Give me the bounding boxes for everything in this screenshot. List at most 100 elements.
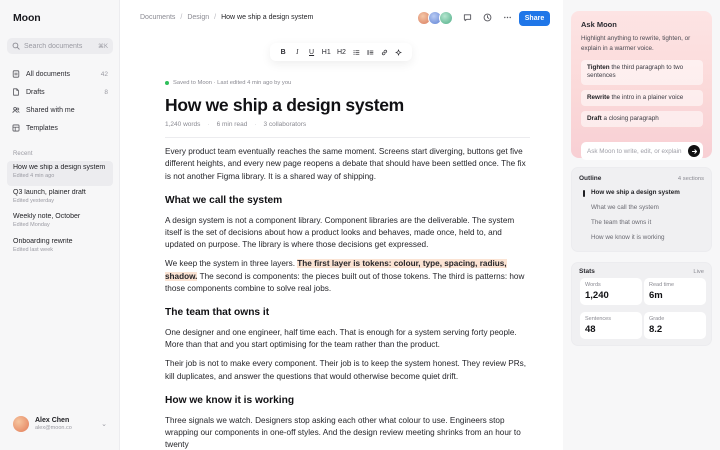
recent-item[interactable]: Onboarding rewrite Edited last week	[7, 235, 113, 260]
read-time: 6 min read	[216, 121, 248, 128]
search-icon	[12, 42, 20, 50]
recent-item-subtitle: Edited last week	[13, 246, 54, 253]
sidebar: Moon ⌘K All documents 42 Drafts 8 Shared…	[0, 0, 120, 450]
outline-item[interactable]: How we ship a design system	[583, 189, 680, 197]
quote-button[interactable]	[366, 49, 374, 56]
recent-item[interactable]: Weekly note, October Edited Monday	[7, 210, 113, 235]
paragraph[interactable]: Three signals we watch. Designers stop a…	[165, 415, 530, 450]
recent-item-subtitle: Edited yesterday	[13, 197, 54, 204]
ask-input-box[interactable]	[581, 142, 703, 160]
formatting-toolbar: B I U H1 H2	[270, 43, 412, 61]
status-dot	[165, 81, 169, 85]
document-editor[interactable]: Saved to Moon · Last edited 4 min ago by…	[165, 80, 530, 450]
stat-read-time: Read time 6m	[644, 278, 706, 305]
stat-label: Words	[585, 282, 601, 288]
italic-button[interactable]: I	[293, 48, 301, 56]
recent-item[interactable]: Q3 launch, plainer draft Edited yesterda…	[7, 186, 113, 211]
breadcrumb: Documents / Design / How we ship a desig…	[140, 14, 313, 21]
outline-item[interactable]: What we call the system	[591, 204, 659, 211]
suggestion-verb: Tighten	[587, 64, 610, 71]
bold-button[interactable]: B	[279, 49, 287, 56]
heading1-button[interactable]: H1	[322, 49, 331, 56]
paragraph[interactable]: Their job is not to make every component…	[165, 358, 530, 383]
outline-item[interactable]: The team that owns it	[591, 219, 651, 226]
stat-value: 48	[585, 324, 596, 335]
document-body[interactable]: Every product team eventually reaches th…	[165, 146, 530, 450]
more-icon	[503, 16, 511, 18]
sidebar-item-templates[interactable]: Templates	[7, 119, 113, 137]
draft-icon	[13, 88, 19, 96]
collaborator-avatars[interactable]	[417, 11, 453, 25]
stat-value: 8.2	[649, 324, 663, 335]
chevron-down-icon[interactable]: ⌄	[101, 420, 107, 428]
document-icon	[12, 70, 20, 78]
paragraph[interactable]: A design system is not a component libra…	[165, 215, 530, 252]
recent-list: How we ship a design system Edited 4 min…	[7, 161, 113, 259]
collaborator-count[interactable]: 3 collaborators	[263, 121, 306, 128]
user-profile[interactable]: Alex Chen alex@moon.co ⌄	[13, 416, 107, 432]
divider	[165, 137, 530, 138]
breadcrumb-item[interactable]: Documents	[140, 14, 175, 21]
breadcrumb-item[interactable]: Design	[187, 14, 209, 21]
ask-input[interactable]	[587, 147, 687, 155]
link-icon	[382, 49, 388, 55]
link-button[interactable]	[381, 49, 389, 56]
suggestion-rewrite[interactable]: Rewrite the intro in a plainer voice	[581, 90, 703, 107]
section-heading[interactable]: The team that owns it	[165, 307, 530, 318]
recent-item-title: Q3 launch, plainer draft	[13, 188, 86, 196]
recent-item[interactable]: How we ship a design system Edited 4 min…	[7, 161, 113, 186]
heading2-button[interactable]: H2	[337, 49, 346, 56]
stat-words: Words 1,240	[580, 278, 642, 305]
app-logo[interactable]: Moon	[13, 12, 41, 24]
suggestion-draft[interactable]: Draft a closing paragraph	[581, 111, 703, 128]
section-heading[interactable]: What we call the system	[165, 195, 530, 206]
sidebar-item-shared[interactable]: Shared with me	[7, 101, 113, 119]
avatar	[439, 11, 453, 25]
ask-moon-description: Highlight anything to rewrite, tighten, …	[581, 35, 691, 52]
sidebar-item-count: 8	[104, 88, 108, 96]
search-input[interactable]	[24, 42, 92, 50]
section-heading[interactable]: How we know it is working	[165, 395, 530, 406]
paragraph[interactable]: One designer and one engineer, half time…	[165, 327, 530, 352]
stat-grade: Grade 8.2	[644, 312, 706, 339]
meta-separator: ·	[207, 121, 210, 128]
outline-item[interactable]: How we know it is working	[591, 234, 665, 241]
breadcrumb-current: How we ship a design system	[221, 14, 314, 21]
sidebar-item-drafts[interactable]: Drafts 8	[7, 83, 113, 101]
underline-button[interactable]: U	[308, 49, 316, 56]
user-name: Alex Chen	[35, 417, 70, 424]
sparkle-button[interactable]	[395, 48, 403, 56]
outline-card: Outline 4 sections How we ship a design …	[571, 167, 712, 252]
assistant-panel: Ask Moon Highlight anything to rewrite, …	[563, 0, 720, 450]
quote-icon	[367, 49, 374, 55]
stat-label: Sentences	[585, 316, 611, 322]
bullet-list-button[interactable]	[352, 49, 360, 56]
sidebar-item-label: Drafts	[26, 88, 45, 96]
paragraph[interactable]: We keep the system in three layers. The …	[165, 258, 530, 295]
send-button[interactable]	[688, 145, 700, 157]
page-title[interactable]: How we ship a design system	[165, 94, 530, 116]
more-button[interactable]	[502, 12, 512, 22]
stat-value: 6m	[649, 290, 663, 301]
share-button[interactable]: Share	[519, 11, 550, 26]
breadcrumb-separator: /	[180, 14, 183, 21]
search-box[interactable]: ⌘K	[7, 38, 113, 54]
stats-card: Stats Live Words 1,240 Read time 6m Sent…	[571, 262, 712, 346]
comment-button[interactable]	[462, 12, 472, 22]
sidebar-item-all-documents[interactable]: All documents 42	[7, 65, 113, 83]
search-shortcut: ⌘K	[97, 43, 108, 50]
save-status: Saved to Moon · Last edited 4 min ago by…	[165, 80, 530, 86]
suggestion-verb: Rewrite	[587, 94, 610, 101]
stat-label: Grade	[649, 316, 665, 322]
app-window: Moon ⌘K All documents 42 Drafts 8 Shared…	[0, 0, 720, 450]
paragraph[interactable]: Every product team eventually reaches th…	[165, 146, 530, 183]
suggestion-tighten[interactable]: Tighten the third paragraph to two sente…	[581, 60, 703, 85]
history-button[interactable]	[482, 12, 492, 22]
comment-icon	[463, 13, 471, 21]
recent-item-subtitle: Edited Monday	[13, 222, 50, 228]
stats-title: Stats	[579, 268, 595, 275]
sparkle-icon	[395, 48, 402, 56]
stat-label: Read time	[649, 282, 675, 288]
recent-item-title: How we ship a design system	[13, 164, 106, 171]
ask-moon-title: Ask Moon	[581, 20, 617, 29]
